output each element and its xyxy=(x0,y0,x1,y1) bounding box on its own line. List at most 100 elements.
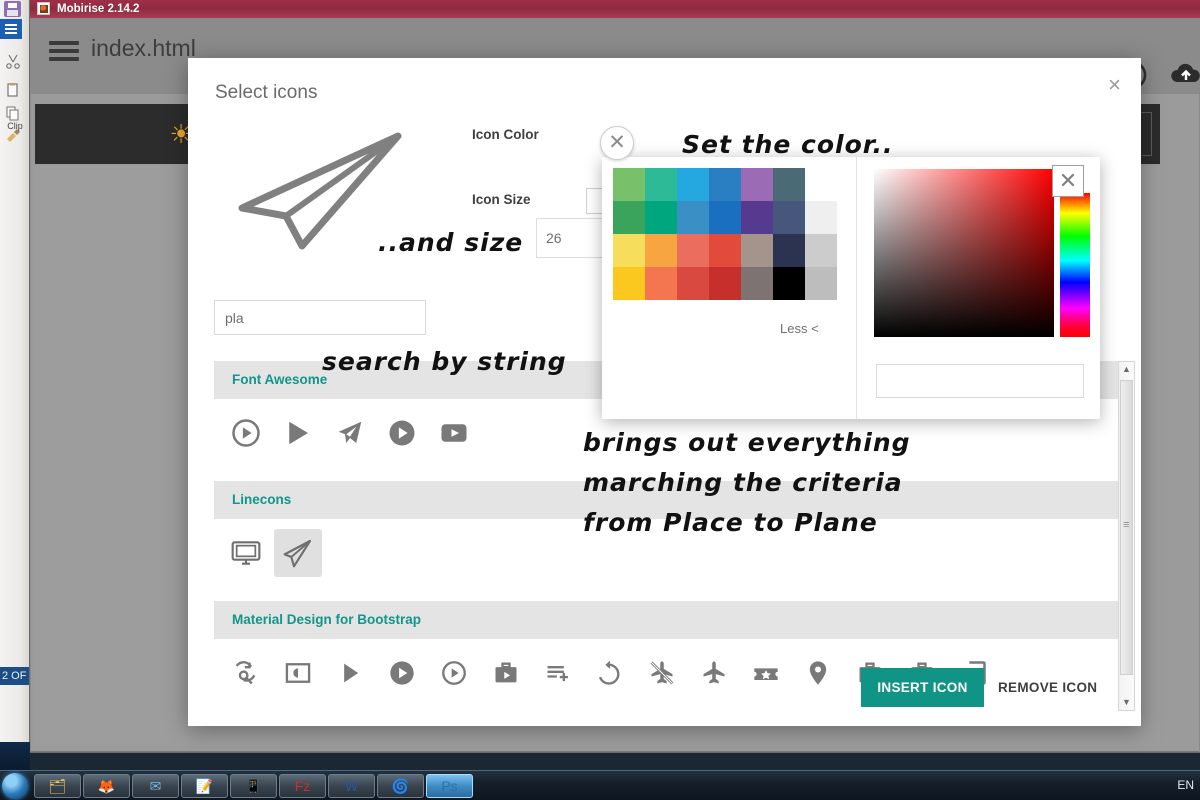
icon-size-input[interactable] xyxy=(536,218,612,258)
remove-icon-button[interactable]: REMOVE ICON xyxy=(998,668,1097,707)
start-button[interactable] xyxy=(2,773,28,799)
replay-icon[interactable] xyxy=(586,649,634,697)
color-swatch[interactable] xyxy=(805,267,837,300)
app-titlebar: Mobirise 2.14.2 xyxy=(30,0,1200,18)
icon-row-linecons xyxy=(214,519,1132,591)
taskbar-item-misc-app[interactable]: 🌀 xyxy=(377,774,424,798)
color-swatch[interactable] xyxy=(805,234,837,267)
paste-icon[interactable] xyxy=(5,82,21,98)
icon-size-label: Icon Size xyxy=(472,192,531,207)
play-circle-outline-icon[interactable] xyxy=(222,409,270,457)
ribbon-home-tab[interactable] xyxy=(0,19,22,39)
row-spacer xyxy=(214,471,1132,481)
color-swatch[interactable] xyxy=(645,267,677,300)
icon-preview xyxy=(230,120,430,260)
less-toggle[interactable]: Less < xyxy=(780,321,819,336)
autorenew-search-icon[interactable] xyxy=(222,649,270,697)
color-swatch[interactable] xyxy=(805,201,837,234)
page-title: index.html xyxy=(91,35,196,62)
playlist-add-icon[interactable] xyxy=(534,649,582,697)
color-swatch[interactable] xyxy=(709,168,741,201)
scroll-up-arrow[interactable]: ▲ xyxy=(1119,362,1134,377)
scrollbar-thumb[interactable] xyxy=(1120,380,1133,675)
close-icon[interactable]: × xyxy=(1108,76,1121,94)
save-icon[interactable] xyxy=(4,1,21,17)
icon-row-material-design xyxy=(214,639,1132,711)
color-swatch[interactable] xyxy=(773,234,805,267)
color-swatch[interactable] xyxy=(709,234,741,267)
play-circle-filled-icon[interactable] xyxy=(378,649,426,697)
thunderbird-icon: ✉ xyxy=(150,779,162,793)
color-swatch[interactable] xyxy=(709,201,741,234)
scroll-down-arrow[interactable]: ▼ xyxy=(1119,695,1134,710)
color-swatch[interactable] xyxy=(677,168,709,201)
app-logo-icon xyxy=(37,2,50,15)
hex-color-input[interactable] xyxy=(876,364,1084,398)
color-swatch[interactable] xyxy=(613,234,645,267)
color-swatch[interactable] xyxy=(677,267,709,300)
business-play-icon[interactable] xyxy=(482,649,530,697)
color-picker-close-icon[interactable]: ✕ xyxy=(600,126,634,160)
color-swatch[interactable] xyxy=(645,168,677,201)
play-circle-filled-icon[interactable] xyxy=(378,409,426,457)
color-swatch[interactable] xyxy=(613,267,645,300)
color-swatch[interactable] xyxy=(613,201,645,234)
play-arrow-icon[interactable] xyxy=(326,649,374,697)
gradient-close-icon[interactable]: ✕ xyxy=(1052,165,1084,197)
search-input[interactable] xyxy=(214,300,426,335)
taskbar-item-word[interactable]: W xyxy=(328,774,375,798)
desktop-display-icon[interactable] xyxy=(222,529,270,577)
color-swatch[interactable] xyxy=(741,234,773,267)
color-swatch[interactable] xyxy=(709,267,741,300)
taskbar-item-explorer[interactable]: 🗂 xyxy=(34,774,81,798)
language-indicator[interactable]: EN xyxy=(1177,778,1194,792)
row-spacer xyxy=(214,591,1132,601)
airplanemode-off-icon[interactable] xyxy=(638,649,686,697)
word-icon: W xyxy=(345,779,358,793)
taskbar: EN 🗂 🦊 ✉ 📝 📱 Fz W 🌀 Ps xyxy=(0,770,1200,800)
taskbar-item-notepad[interactable]: 📝 xyxy=(181,774,228,798)
saturation-value-area[interactable] xyxy=(874,169,1054,337)
brightness-box-icon[interactable] xyxy=(274,649,322,697)
paper-plane-outline-icon[interactable] xyxy=(274,529,322,577)
color-swatch[interactable] xyxy=(773,267,805,300)
notepad-icon: 📝 xyxy=(196,779,213,793)
paper-plane-solid-icon[interactable] xyxy=(326,409,374,457)
local-play-ticket-icon[interactable] xyxy=(742,649,790,697)
youtube-play-icon[interactable] xyxy=(430,409,478,457)
color-swatch[interactable] xyxy=(773,168,805,201)
word-ribbon-left: Clip 2 OF xyxy=(0,0,30,742)
taskbar-item-photoshop[interactable]: Ps xyxy=(426,774,473,798)
firefox-icon: 🦊 xyxy=(98,779,115,793)
taskbar-item-filezilla[interactable]: Fz xyxy=(279,774,326,798)
airplanemode-on-icon[interactable] xyxy=(690,649,738,697)
taskbar-item-mobirise[interactable]: 📱 xyxy=(230,774,277,798)
color-swatch[interactable] xyxy=(645,234,677,267)
color-swatch[interactable] xyxy=(613,168,645,201)
photoshop-icon: Ps xyxy=(441,779,457,793)
color-swatch[interactable] xyxy=(805,168,837,201)
place-pin-icon[interactable] xyxy=(794,649,842,697)
icon-list-scrollbar[interactable]: ▲ ▼ xyxy=(1118,361,1135,711)
misc-app-icon: 🌀 xyxy=(392,779,409,793)
section-title: Linecons xyxy=(232,492,291,507)
hue-slider[interactable] xyxy=(1060,193,1090,337)
taskbar-item-thunderbird[interactable]: ✉ xyxy=(132,774,179,798)
filezilla-icon: Fz xyxy=(295,779,311,793)
color-swatch[interactable] xyxy=(741,267,773,300)
color-swatch[interactable] xyxy=(677,201,709,234)
hamburger-icon[interactable] xyxy=(49,40,79,62)
section-title: Material Design for Bootstrap xyxy=(232,612,421,627)
color-swatch[interactable] xyxy=(741,168,773,201)
play-arrow-icon[interactable] xyxy=(274,409,322,457)
color-swatch[interactable] xyxy=(677,234,709,267)
section-title: Font Awesome xyxy=(232,372,327,387)
cloud-upload-icon[interactable] xyxy=(1169,60,1200,93)
insert-icon-button[interactable]: INSERT ICON xyxy=(861,668,984,707)
color-swatch[interactable] xyxy=(773,201,805,234)
color-swatch[interactable] xyxy=(741,201,773,234)
color-swatch[interactable] xyxy=(645,201,677,234)
play-circle-outline-icon[interactable] xyxy=(430,649,478,697)
cut-icon[interactable] xyxy=(5,54,21,70)
taskbar-item-firefox[interactable]: 🦊 xyxy=(83,774,130,798)
